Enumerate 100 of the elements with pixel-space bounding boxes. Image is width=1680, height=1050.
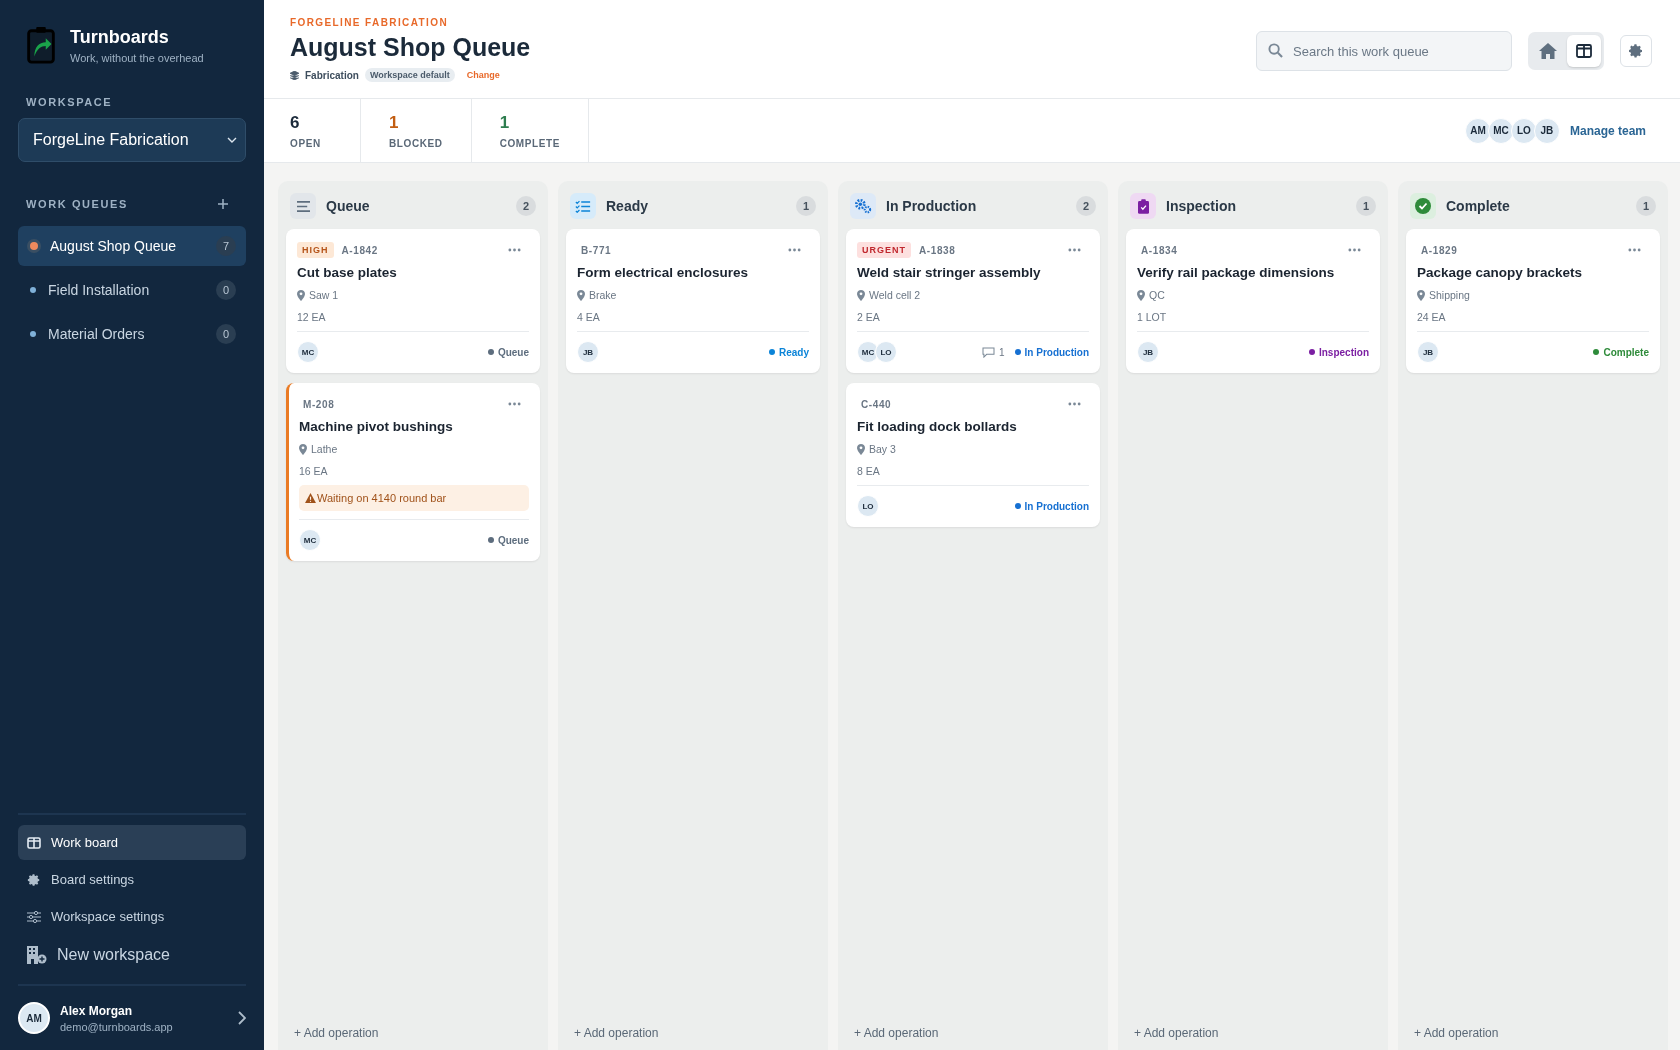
settings-icon bbox=[1628, 43, 1644, 59]
more-icon[interactable] bbox=[508, 248, 521, 252]
operation-card[interactable]: B-771 Form electrical enclosures Brake 4 EA JB Ready bbox=[566, 229, 820, 373]
user-menu[interactable]: AM Alex Morgan demo@turnboards.app bbox=[18, 984, 246, 1034]
board-icon bbox=[1576, 44, 1592, 58]
operation-card[interactable]: C-440 Fit loading dock bollards Bay 3 8 EA LO In Production bbox=[846, 383, 1100, 527]
queue-name: August Shop Queue bbox=[50, 238, 178, 254]
board-icon bbox=[27, 836, 41, 849]
add-operation-link[interactable]: + Add operation bbox=[1406, 1014, 1660, 1050]
column-count: 2 bbox=[516, 196, 536, 216]
default-badge: Workspace default bbox=[364, 68, 455, 82]
operation-title: Weld stair stringer assembly bbox=[857, 265, 1042, 280]
member-avatar: JB bbox=[1533, 117, 1560, 144]
user-avatar: AM bbox=[18, 1002, 50, 1034]
queue-item[interactable]: Material Orders 0 bbox=[18, 314, 246, 354]
status-label: Inspection bbox=[1319, 346, 1369, 358]
operation-card[interactable]: A-1834 Verify rail package dimensions QC 1 LOT JB Inspection bbox=[1126, 229, 1380, 373]
operation-card[interactable]: M-208 Machine pivot bushings Lathe 16 EA Waiting on 4140 round bar MC Queue bbox=[286, 383, 540, 561]
add-operation-link[interactable]: + Add operation bbox=[1126, 1014, 1380, 1050]
add-icon[interactable] bbox=[218, 199, 228, 209]
assignee-avatar: JB bbox=[577, 341, 599, 363]
search-icon bbox=[1268, 43, 1283, 58]
nav-item[interactable]: Workspace settings bbox=[18, 899, 246, 934]
add-operation-link[interactable]: + Add operation bbox=[566, 1014, 820, 1050]
nav-item[interactable]: New workspace bbox=[18, 936, 246, 974]
queue-count: 0 bbox=[216, 280, 236, 300]
column-count: 1 bbox=[1636, 196, 1656, 216]
location-label: Lathe bbox=[311, 443, 338, 455]
operation-card[interactable]: URGENT A-1838 Weld stair stringer assembly Weld cell 2 2 EA MC LO 1 In Production bbox=[846, 229, 1100, 373]
queue-item[interactable]: Field Installation 0 bbox=[18, 270, 246, 310]
member-avatar: MC bbox=[1487, 117, 1514, 144]
column-count: 1 bbox=[796, 196, 816, 216]
column-count: 1 bbox=[1356, 196, 1376, 216]
operation-id: C-440 bbox=[860, 398, 892, 410]
location-label: Bay 3 bbox=[869, 443, 896, 455]
queue-count: 0 bbox=[216, 324, 236, 344]
operation-title: Machine pivot bushings bbox=[299, 419, 454, 434]
stat-label: BLOCKED bbox=[389, 137, 443, 149]
section-label: WORK QUEUES bbox=[26, 198, 128, 210]
operation-card[interactable]: A-1829 Package canopy brackets Shipping 24 EA JB Complete bbox=[1406, 229, 1660, 373]
stat-label: COMPLETE bbox=[499, 137, 560, 149]
priority-badge: HIGH bbox=[297, 242, 334, 258]
chevron-right-icon bbox=[238, 1011, 246, 1025]
priority-badge: URGENT bbox=[857, 242, 911, 258]
quantity-label: 4 EA bbox=[577, 311, 601, 323]
queue-item[interactable]: August Shop Queue 7 bbox=[18, 226, 246, 266]
column-title: Queue bbox=[326, 198, 371, 214]
location-pin-icon bbox=[857, 289, 865, 301]
queue-name: Material Orders bbox=[48, 326, 146, 342]
column-title: Ready bbox=[606, 198, 650, 214]
quantity-label: 8 EA bbox=[857, 465, 881, 477]
home-icon bbox=[1539, 43, 1557, 59]
gear-icon bbox=[27, 872, 41, 887]
quantity-label: 2 EA bbox=[857, 311, 881, 323]
more-icon[interactable] bbox=[508, 402, 521, 406]
more-icon[interactable] bbox=[1348, 248, 1361, 252]
layers-icon bbox=[290, 70, 299, 80]
clipboard-logo-icon bbox=[26, 26, 56, 64]
search-field[interactable]: Search this work queue bbox=[1256, 31, 1512, 71]
more-icon[interactable] bbox=[788, 248, 801, 252]
operation-id: M-208 bbox=[302, 398, 335, 410]
more-icon[interactable] bbox=[1068, 248, 1081, 252]
assignee-avatar: LO bbox=[857, 495, 879, 517]
section-label: WORKSPACE bbox=[26, 96, 114, 108]
member-avatar: LO bbox=[1510, 117, 1537, 144]
column-title: In Production bbox=[886, 198, 978, 214]
location-label: Shipping bbox=[1429, 289, 1470, 301]
nav-item[interactable]: Work board bbox=[18, 825, 246, 860]
stat-label: OPEN bbox=[290, 137, 322, 149]
assignee-avatar: LO bbox=[875, 341, 897, 363]
operation-id: A-1842 bbox=[341, 244, 378, 256]
brand-name: Turnboards bbox=[70, 26, 170, 48]
column-icon bbox=[570, 193, 596, 219]
location-pin-icon bbox=[297, 289, 305, 301]
column-title: Complete bbox=[1446, 198, 1511, 214]
manage-team-link[interactable]: Manage team bbox=[1569, 123, 1646, 138]
operation-card[interactable]: HIGH A-1842 Cut base plates Saw 1 12 EA MC Queue bbox=[286, 229, 540, 373]
settings-button[interactable] bbox=[1620, 35, 1652, 67]
status-label: Ready bbox=[779, 346, 809, 358]
stat-value: 1 bbox=[499, 112, 511, 133]
building-add-icon bbox=[27, 946, 47, 964]
warning-banner: Waiting on 4140 round bar bbox=[299, 485, 529, 511]
add-operation-link[interactable]: + Add operation bbox=[286, 1014, 540, 1050]
chevron-down-icon bbox=[227, 137, 237, 143]
more-icon[interactable] bbox=[1628, 248, 1641, 252]
user-name: Alex Morgan bbox=[60, 1003, 133, 1018]
queue-count: 7 bbox=[216, 236, 236, 256]
workspace-select[interactable]: ForgeLine Fabrication bbox=[18, 118, 246, 162]
add-operation-link[interactable]: + Add operation bbox=[846, 1014, 1100, 1050]
stat-value: 6 bbox=[290, 112, 301, 133]
operation-id: A-1834 bbox=[1140, 244, 1178, 256]
board-view-button[interactable] bbox=[1567, 35, 1601, 67]
nav-item[interactable]: Board settings bbox=[18, 862, 246, 897]
assignee-avatar: MC bbox=[857, 341, 879, 363]
org-label: FORGELINE FABRICATION bbox=[290, 17, 450, 28]
status-label: In Production bbox=[1024, 500, 1089, 512]
more-icon[interactable] bbox=[1068, 402, 1081, 406]
quantity-label: 24 EA bbox=[1417, 311, 1447, 323]
category-label: Fabrication bbox=[305, 69, 359, 81]
column-count: 2 bbox=[1076, 196, 1096, 216]
